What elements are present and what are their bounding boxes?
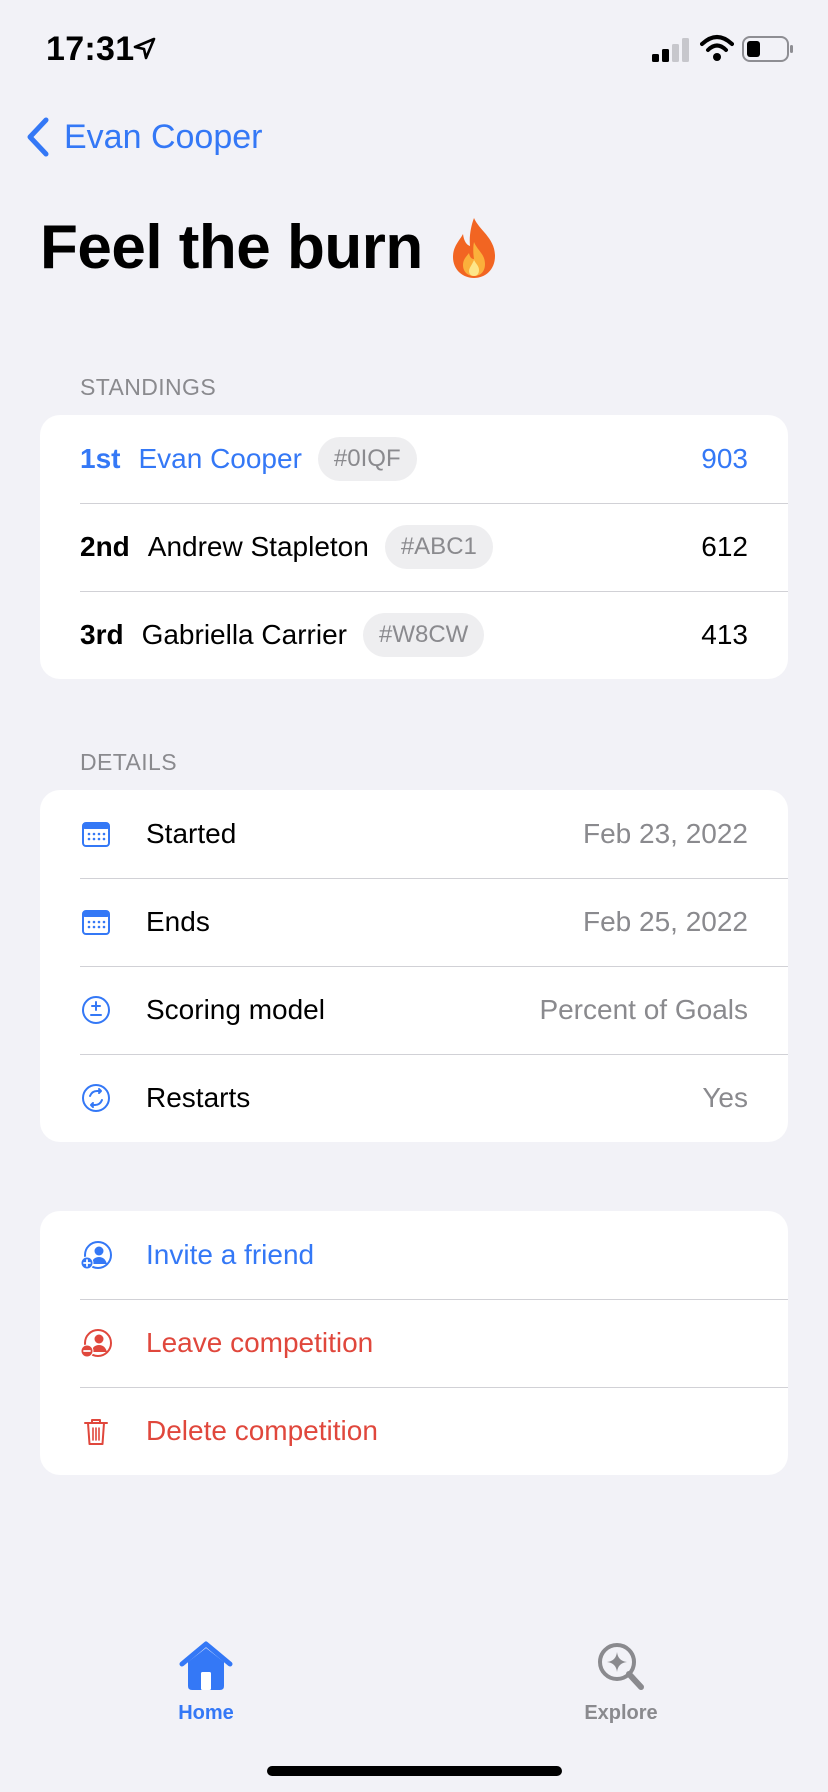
- chevron-left-icon: [27, 117, 49, 157]
- page-title: Feel the burn: [40, 212, 503, 283]
- actions-card: Invite a friend Leave competition Delete…: [40, 1211, 788, 1475]
- details-header: DETAILS: [80, 749, 177, 775]
- player-tag: #0IQF: [317, 437, 417, 481]
- calendar-icon: [82, 910, 110, 935]
- status-time: 17:31: [46, 30, 135, 68]
- detail-label: Scoring model: [146, 994, 325, 1025]
- remove-person-icon: [80, 1329, 112, 1358]
- cellular-signal-icon: [652, 38, 689, 62]
- player-tag: #W8CW: [362, 613, 485, 657]
- battery-icon: [742, 36, 793, 62]
- standings-row[interactable]: 1st Evan Cooper #0IQF 903: [40, 415, 788, 503]
- action-label: Delete competition: [146, 1415, 378, 1446]
- restart-icon: [82, 1084, 110, 1112]
- flame-icon: [452, 217, 495, 278]
- player-name: Andrew Stapleton: [147, 531, 369, 562]
- rank: 2nd: [80, 531, 130, 562]
- detail-label: Ends: [146, 906, 210, 937]
- trash-icon: [84, 1419, 108, 1445]
- page-title-text: Feel the burn: [40, 213, 423, 282]
- calendar-icon: [82, 822, 110, 847]
- detail-value: Percent of Goals: [539, 994, 748, 1025]
- back-button[interactable]: Evan Cooper: [24, 116, 262, 158]
- detail-row-ends: Ends Feb 25, 2022: [40, 878, 788, 966]
- detail-row-restarts: Restarts Yes: [40, 1054, 788, 1142]
- detail-value: Yes: [702, 1082, 748, 1113]
- add-person-icon: [80, 1241, 112, 1270]
- score: 903: [701, 443, 748, 474]
- standings-header: STANDINGS: [80, 374, 217, 400]
- standings-row[interactable]: 2nd Andrew Stapleton #ABC1 612: [40, 503, 788, 591]
- back-label: Evan Cooper: [64, 117, 263, 156]
- detail-row-scoring-model: Scoring model Percent of Goals: [40, 966, 788, 1054]
- delete-competition-button[interactable]: Delete competition: [40, 1387, 788, 1475]
- detail-value: Feb 23, 2022: [582, 818, 748, 849]
- standings-row[interactable]: 3rd Gabriella Carrier #W8CW 413: [40, 591, 788, 679]
- standings-card: 1st Evan Cooper #0IQF 903 2nd Andrew Sta…: [40, 415, 788, 679]
- detail-label: Restarts: [146, 1082, 251, 1113]
- location-arrow-icon: [133, 37, 156, 60]
- score: 413: [701, 619, 748, 650]
- tab-label: Home: [178, 1702, 234, 1724]
- home-indicator: [267, 1766, 562, 1776]
- rank: 1st: [80, 443, 121, 474]
- magnifier-sparkle-icon: [598, 1643, 644, 1690]
- details-card: Started Feb 23, 2022 Ends Feb 25, 2022 S…: [40, 790, 788, 1142]
- invite-friend-button[interactable]: Invite a friend: [40, 1211, 788, 1299]
- leave-competition-button[interactable]: Leave competition: [40, 1299, 788, 1387]
- player-name: Gabriella Carrier: [141, 619, 347, 650]
- wifi-icon: [700, 35, 734, 61]
- player-tag: #ABC1: [384, 525, 493, 569]
- house-icon: [179, 1641, 233, 1690]
- rank: 3rd: [80, 619, 124, 650]
- tab-explore[interactable]: Explore: [541, 1640, 701, 1725]
- detail-label: Started: [146, 818, 237, 849]
- plus-minus-icon: [82, 996, 110, 1024]
- action-label: Invite a friend: [146, 1239, 315, 1270]
- detail-row-started: Started Feb 23, 2022: [40, 790, 788, 878]
- status-bar: 17:31: [0, 0, 828, 100]
- tab-label: Explore: [584, 1702, 658, 1724]
- player-name: Evan Cooper: [138, 443, 302, 474]
- detail-value: Feb 25, 2022: [582, 906, 748, 937]
- score: 612: [701, 531, 748, 562]
- tab-home[interactable]: Home: [126, 1640, 286, 1725]
- action-label: Leave competition: [146, 1327, 374, 1358]
